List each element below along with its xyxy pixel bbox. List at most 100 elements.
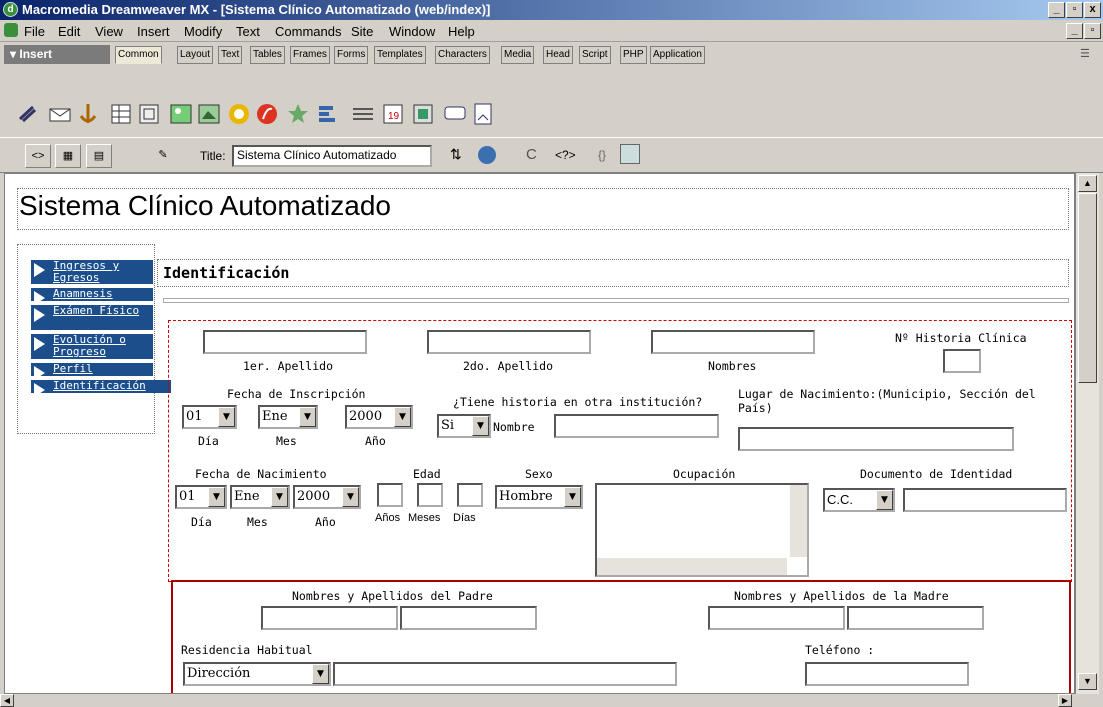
institucion-nombre-input[interactable]	[554, 414, 719, 438]
anio-inscripcion-select[interactable]: 2000 ▼	[345, 405, 413, 429]
menu-view[interactable]: View	[95, 24, 123, 39]
tab-text[interactable]: Text	[218, 46, 243, 64]
residencia-input[interactable]	[333, 662, 677, 686]
close-button[interactable]: x	[1084, 2, 1101, 18]
panel-options-icon[interactable]: ☰	[1080, 47, 1094, 61]
comment-icon[interactable]	[442, 101, 468, 127]
menu-modify[interactable]: Modify	[184, 24, 222, 39]
padre-apellidos-input[interactable]	[400, 606, 537, 630]
maximize-button[interactable]: ▫	[1066, 2, 1083, 18]
horizontal-scrollbar[interactable]: ◀ ▶	[0, 694, 1103, 707]
tab-forms[interactable]: Forms	[334, 46, 369, 64]
doc-restore-button[interactable]: ▫	[1084, 23, 1101, 39]
date-icon[interactable]: 19	[380, 101, 406, 127]
navigation-bar-icon[interactable]	[315, 101, 341, 127]
edad-dias-input[interactable]	[457, 483, 483, 507]
tabular-data-icon[interactable]	[410, 101, 436, 127]
tab-head[interactable]: Head	[543, 46, 573, 64]
padre-nombres-input[interactable]	[261, 606, 398, 630]
file-management-icon[interactable]: ⇅	[450, 146, 462, 163]
ocupacion-textarea[interactable]	[595, 483, 809, 577]
residencia-tipo-select[interactable]: Dirección ▼	[183, 662, 331, 686]
image-placeholder-icon[interactable]	[196, 101, 222, 127]
table-icon[interactable]	[108, 101, 134, 127]
nav-link-examen[interactable]: Exámen Físico	[31, 305, 153, 330]
otra-institucion-select[interactable]: Si ▼	[437, 414, 491, 438]
menu-window[interactable]: Window	[389, 24, 435, 39]
ocupacion-label: Ocupación	[673, 467, 736, 481]
tab-frames[interactable]: Frames	[290, 46, 330, 64]
ocupacion-scrollbar[interactable]	[790, 485, 807, 557]
telefono-input[interactable]	[805, 662, 969, 686]
madre-apellidos-input[interactable]	[847, 606, 984, 630]
doc-minimize-button[interactable]: _	[1066, 23, 1083, 39]
horizontal-rule-icon[interactable]	[350, 101, 376, 127]
fireworks-html-icon[interactable]	[226, 101, 252, 127]
draw-layer-icon[interactable]	[136, 101, 162, 127]
insert-panel-title[interactable]: ▾ Insert	[4, 45, 110, 64]
menu-file[interactable]: File	[24, 24, 45, 39]
minimize-button[interactable]: _	[1048, 2, 1065, 18]
dia-nacimiento-select[interactable]: 01 ▼	[175, 485, 227, 509]
nav-link-evolucion[interactable]: Evolución o Progreso	[31, 334, 153, 359]
named-anchor-icon[interactable]	[75, 101, 101, 127]
tab-application[interactable]: Application	[650, 46, 705, 64]
tab-templates[interactable]: Templates	[374, 46, 426, 64]
scroll-down-button[interactable]: ▼	[1078, 673, 1097, 690]
lugar-nacimiento-input[interactable]	[738, 427, 1014, 451]
refresh-icon[interactable]: C	[526, 146, 537, 163]
mes-nacimiento-select[interactable]: Ene ▼	[230, 485, 290, 509]
tab-characters[interactable]: Characters	[435, 46, 490, 64]
email-link-icon[interactable]	[47, 101, 73, 127]
code-navigation-icon[interactable]: <?>	[555, 148, 576, 162]
vertical-scrollbar[interactable]: ▲ ▼	[1075, 173, 1099, 694]
nav-link-identificacion[interactable]: Identificación	[31, 380, 171, 397]
menu-commands[interactable]: Commands	[275, 24, 341, 39]
sexo-select[interactable]: Hombre ▼	[495, 485, 583, 509]
menu-site[interactable]: Site	[351, 24, 373, 39]
nav-link-perfil[interactable]: Perfil	[31, 363, 153, 380]
view-options-icon[interactable]	[620, 144, 640, 164]
menu-help[interactable]: Help	[448, 24, 475, 39]
image-icon[interactable]	[168, 101, 194, 127]
ocupacion-hscrollbar[interactable]	[597, 558, 787, 575]
nombres-input[interactable]	[651, 330, 815, 354]
live-data-icon[interactable]: ✎	[150, 144, 176, 168]
scroll-right-button[interactable]: ▶	[1058, 694, 1072, 707]
tab-tables[interactable]: Tables	[250, 46, 285, 64]
documento-tipo-select[interactable]: C.C. ▼	[823, 488, 895, 512]
tab-layout[interactable]: Layout	[177, 46, 214, 64]
mes-inscripcion-select[interactable]: Ene ▼	[258, 405, 318, 429]
dia-inscripcion-select[interactable]: 01 ▼	[182, 405, 237, 429]
code-view-button[interactable]: <>	[25, 144, 51, 168]
split-view-button[interactable]: ▦	[55, 144, 81, 168]
tab-media[interactable]: Media	[501, 46, 535, 64]
hyperlink-icon[interactable]	[15, 101, 41, 127]
nav-link-anamnesis[interactable]: Anamnesis	[31, 288, 153, 305]
preview-browser-icon[interactable]	[478, 146, 496, 164]
edad-anios-input[interactable]	[377, 483, 403, 507]
page-title-field[interactable]: Sistema Clínico Automatizado	[232, 145, 432, 167]
design-view-button[interactable]: ▤	[86, 144, 112, 168]
edad-meses-input[interactable]	[417, 483, 443, 507]
tab-php[interactable]: PHP	[620, 46, 647, 64]
documento-numero-input[interactable]	[903, 488, 1067, 512]
tab-script[interactable]: Script	[579, 46, 611, 64]
nav-link-ingresos[interactable]: Ingresos y Egresos	[31, 260, 153, 284]
tab-common[interactable]: Common	[115, 46, 162, 64]
anio-nacimiento-select[interactable]: 2000 ▼	[293, 485, 361, 509]
apellido2-input[interactable]	[427, 330, 591, 354]
scroll-left-button[interactable]: ◀	[0, 694, 14, 707]
braces-icon[interactable]: {}	[598, 148, 606, 162]
madre-nombres-input[interactable]	[708, 606, 845, 630]
menu-insert[interactable]: Insert	[137, 24, 170, 39]
historia-input[interactable]	[943, 349, 981, 373]
menu-edit[interactable]: Edit	[58, 24, 80, 39]
apellido1-input[interactable]	[203, 330, 367, 354]
menu-text[interactable]: Text	[236, 24, 260, 39]
scroll-thumb[interactable]	[1078, 193, 1097, 383]
scroll-up-button[interactable]: ▲	[1078, 175, 1097, 192]
rollover-image-icon[interactable]	[285, 101, 311, 127]
flash-icon[interactable]	[254, 101, 280, 127]
tag-chooser-icon[interactable]	[470, 101, 496, 127]
